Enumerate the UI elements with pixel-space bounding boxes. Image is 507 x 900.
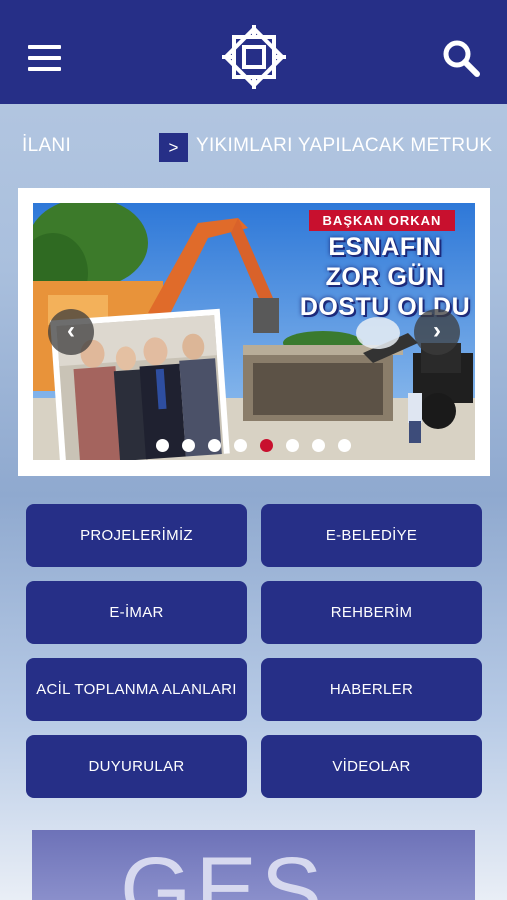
slider-dot[interactable] bbox=[182, 439, 195, 452]
ges-banner-text: GES bbox=[120, 839, 327, 900]
tile-haberler-button[interactable]: HABERLER bbox=[261, 658, 482, 721]
news-ticker: İLANI > YIKIMLARI YAPILACAK METRUK bbox=[0, 104, 507, 190]
slider-dot[interactable] bbox=[338, 439, 351, 452]
municipality-logo-icon[interactable] bbox=[218, 22, 290, 92]
slider-dot[interactable] bbox=[286, 439, 299, 452]
tile-acil-toplanma-alanlari-button[interactable]: ACİL TOPLANMA ALANLARI bbox=[26, 658, 247, 721]
slider-dot[interactable] bbox=[312, 439, 325, 452]
banner-line: ESNAFIN bbox=[328, 233, 442, 261]
tile-e-imar-button[interactable]: E-İMAR bbox=[26, 581, 247, 644]
ticker-item[interactable]: YIKIMLARI YAPILACAK METRUK bbox=[196, 135, 492, 157]
tile-videolar-button[interactable]: VİDEOLAR bbox=[261, 735, 482, 798]
ticker-item[interactable]: İLANI bbox=[22, 135, 71, 157]
tile-e-belediye-button[interactable]: E-BELEDİYE bbox=[261, 504, 482, 567]
search-icon[interactable] bbox=[441, 38, 481, 78]
ges-promo-banner[interactable]: GES bbox=[32, 830, 475, 900]
slider-dot-active[interactable] bbox=[260, 439, 273, 452]
slider-dot[interactable] bbox=[234, 439, 247, 452]
slider-dot[interactable] bbox=[156, 439, 169, 452]
ticker-arrow-icon: > bbox=[159, 133, 188, 162]
hamburger-menu-icon[interactable] bbox=[28, 45, 61, 72]
tile-rehberim-button[interactable]: REHBERİM bbox=[261, 581, 482, 644]
slider-prev-button[interactable]: ‹ bbox=[48, 309, 94, 355]
app-header bbox=[0, 0, 507, 104]
slider-dot[interactable] bbox=[208, 439, 221, 452]
tile-projelerimiz-button[interactable]: PROJELERİMİZ bbox=[26, 504, 247, 567]
slide-image[interactable]: BAŞKAN ORKAN ESNAFIN ZOR GÜN DOSTU OLDU … bbox=[33, 203, 475, 460]
tile-duyurular-button[interactable]: DUYURULAR bbox=[26, 735, 247, 798]
banner-tag: BAŞKAN ORKAN bbox=[309, 210, 455, 231]
banner-line: ZOR GÜN bbox=[325, 263, 445, 291]
slider-next-button[interactable]: › bbox=[414, 309, 460, 355]
news-slider: BAŞKAN ORKAN ESNAFIN ZOR GÜN DOSTU OLDU … bbox=[18, 188, 490, 476]
